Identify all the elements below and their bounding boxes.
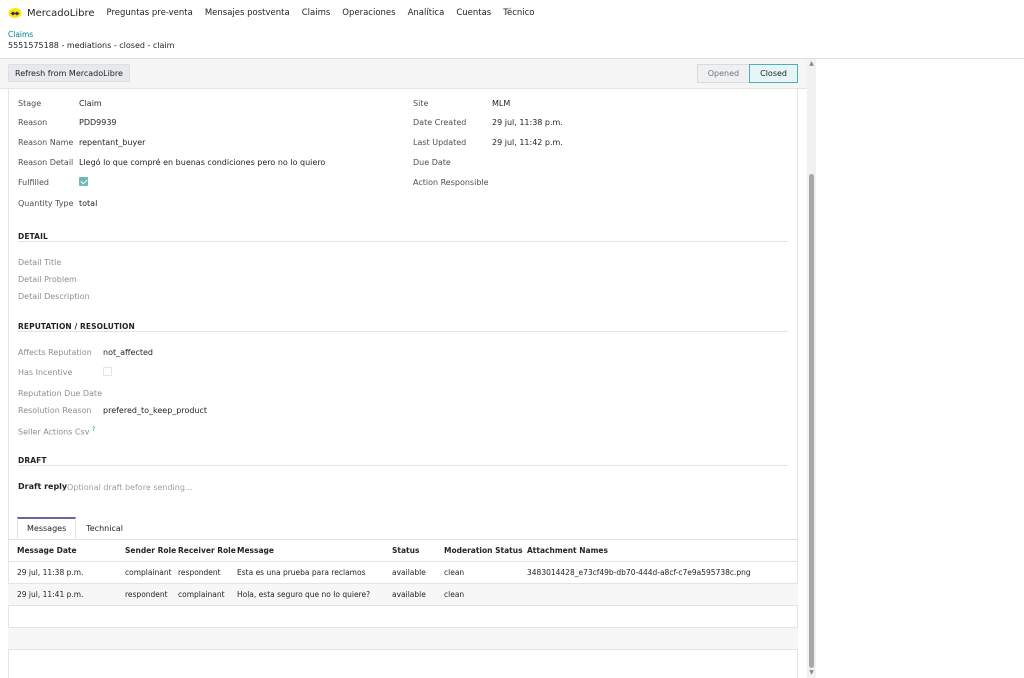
record-title: 5551575188 - mediations - closed - claim [8,41,175,50]
draft-section-divider [18,465,788,466]
reason-detail-value[interactable]: Llegó lo que compré en buenas condicione… [79,158,325,167]
nav-mensajes-postventa[interactable]: Mensajes postventa [205,8,290,18]
detail-section-divider [18,241,788,242]
resolution-reason-value[interactable]: prefered_to_keep_product [103,406,207,415]
brand-name: MercadoLibre [27,7,95,19]
action-responsible-label: Action Responsible [413,178,489,187]
seller-actions-csv-field: Seller Actions Csv ? [18,426,95,437]
nav-operaciones[interactable]: Operaciones [342,8,395,18]
table-header-row: Message Date Sender Role Receiver Role M… [8,540,798,562]
cell-status: available [392,568,426,577]
stage-closed[interactable]: Closed [749,64,798,83]
affects-reputation-label: Affects Reputation [18,348,92,357]
column-header-message[interactable]: Message [237,540,274,562]
due-date-label: Due Date [413,158,451,167]
detail-section-title: DETAIL [18,232,48,241]
reason-name-label: Reason Name [18,138,74,147]
reputation-section-divider [18,331,788,332]
messages-table: Message Date Sender Role Receiver Role M… [8,540,798,650]
stage-value[interactable]: Claim [79,99,102,108]
notebook-tabs: Messages Technical [8,517,133,539]
reason-name-value[interactable]: repentant_buyer [79,138,145,147]
cell-message: Hola, esta seguro que no lo quiere? [237,590,371,599]
breadcrumb-claims-link[interactable]: Claims [8,30,174,39]
affects-reputation-value[interactable]: not_affected [103,348,153,357]
fulfilled-checkbox[interactable] [79,177,88,186]
help-tooltip-icon[interactable]: ? [92,426,95,433]
date-created-value[interactable]: 29 jul, 11:38 p.m. [492,118,563,127]
column-header-receiver-role[interactable]: Receiver Role [178,540,236,562]
draft-reply-label: Draft reply [18,482,68,491]
reason-detail-label: Reason Detail [18,158,74,167]
cell-message: Esta es una prueba para reclamos [237,568,366,577]
tab-messages[interactable]: Messages [17,517,77,539]
draft-section-title: DRAFT [18,456,47,465]
quantity-type-label: Quantity Type [18,199,74,208]
cell-receiver-role: complainant [178,590,225,599]
nav-analitica[interactable]: Analítica [408,8,445,18]
nav-preguntas-pre-venta[interactable]: Preguntas pre-venta [107,8,193,18]
scrollbar-thumb[interactable] [809,174,814,668]
site-value[interactable]: MLM [492,99,510,108]
has-incentive-label: Has Incentive [18,368,73,377]
detail-title-label: Detail Title [18,258,62,267]
stage-label: Stage [18,99,42,108]
seller-actions-csv-label: Seller Actions Csv [18,427,90,437]
reason-value[interactable]: PDD9939 [79,118,117,127]
cell-sender-role: complainant [125,568,172,577]
detail-problem-label: Detail Problem [18,275,77,284]
status-bar: Opened Closed [696,64,798,83]
tab-technical[interactable]: Technical [76,517,133,539]
brand[interactable]: MercadoLibre [8,6,95,20]
date-created-label: Date Created [413,118,467,127]
form-control-bar: Refresh from MercadoLibre Opened Closed [0,59,807,89]
cell-moderation-status: clean [444,590,465,599]
cell-receiver-role: respondent [178,568,221,577]
reason-label: Reason [18,118,48,127]
column-header-moderation-status[interactable]: Moderation Status [444,540,523,562]
last-updated-value[interactable]: 29 jul, 11:42 p.m. [492,138,563,147]
site-label: Site [413,99,429,108]
table-row[interactable]: 29 jul, 11:41 p.m. respondent complainan… [8,584,798,606]
quantity-type-value[interactable]: total [79,199,97,208]
detail-description-label: Detail Description [18,292,90,301]
table-row[interactable]: 29 jul, 11:38 p.m. complainant responden… [8,562,798,584]
cell-attachment-names: 3483014428_e73cf49b-db70-444d-a8cf-c7e9a… [527,568,751,577]
table-empty-row [8,606,798,628]
scroll-up-arrow-icon[interactable]: ▲ [808,60,815,67]
breadcrumb: Claims 5551575188 - mediations - closed … [8,30,174,50]
reputation-due-date-label: Reputation Due Date [18,389,102,398]
top-navbar: MercadoLibre Preguntas pre-venta Mensaje… [0,0,1024,26]
refresh-button[interactable]: Refresh from MercadoLibre [8,64,130,82]
nav-claims[interactable]: Claims [302,8,331,18]
column-header-attachment-names[interactable]: Attachment Names [527,540,608,562]
cell-sender-role: respondent [125,590,168,599]
resolution-reason-label: Resolution Reason [18,406,92,415]
draft-reply-input[interactable] [67,480,767,494]
nav-tecnico[interactable]: Técnico [503,8,534,18]
scroll-down-arrow-icon[interactable]: ▼ [808,669,815,676]
handshake-logo-icon [8,8,22,18]
cell-message-date: 29 jul, 11:41 p.m. [17,590,84,599]
cell-status: available [392,590,426,599]
has-incentive-checkbox[interactable] [103,367,112,376]
column-header-sender-role[interactable]: Sender Role [125,540,176,562]
column-header-message-date[interactable]: Message Date [17,540,77,562]
table-empty-row [8,628,798,650]
last-updated-label: Last Updated [413,138,467,147]
cell-message-date: 29 jul, 11:38 p.m. [17,568,84,577]
column-header-status[interactable]: Status [392,540,419,562]
nav-cuentas[interactable]: Cuentas [456,8,491,18]
stage-opened[interactable]: Opened [696,64,750,83]
cell-moderation-status: clean [444,568,465,577]
reputation-section-title: REPUTATION / RESOLUTION [18,322,135,331]
fulfilled-label: Fulfilled [18,178,49,187]
